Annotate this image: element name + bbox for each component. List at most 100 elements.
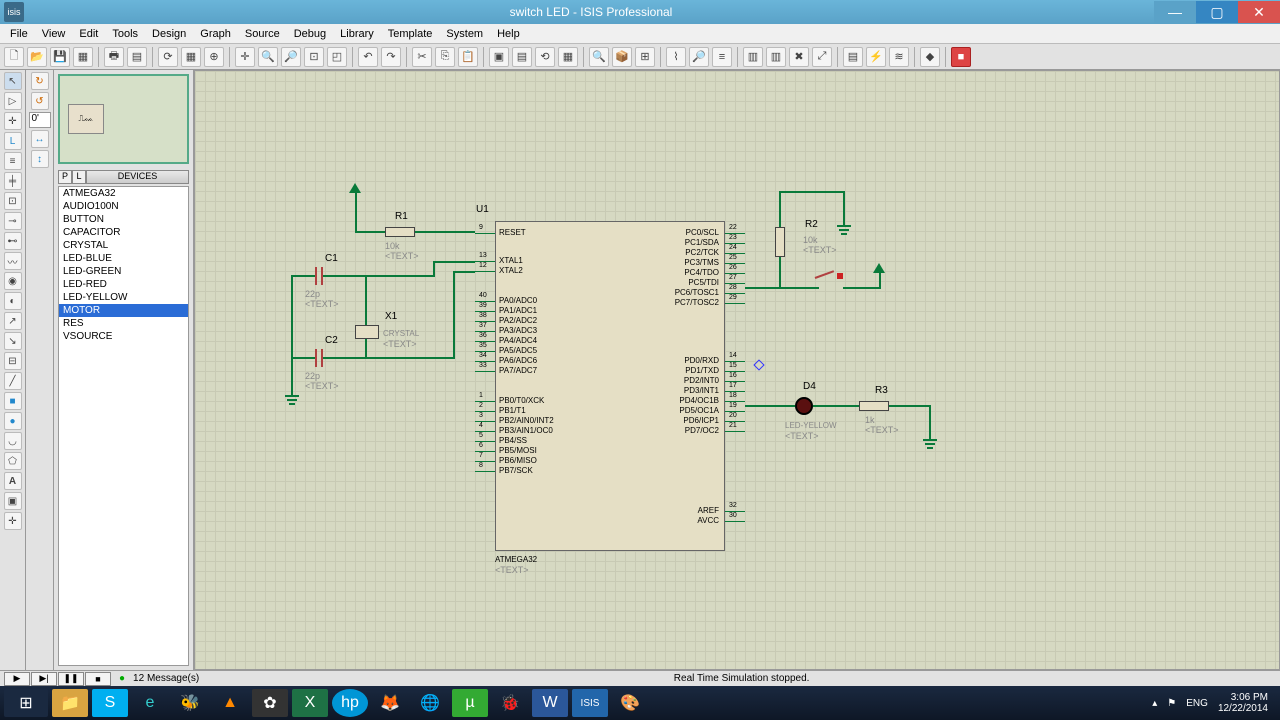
device-list[interactable]: ATMEGA32 AUDIO100N BUTTON CAPACITOR CRYS…	[58, 186, 189, 666]
label-tool-icon[interactable]: L	[4, 132, 22, 150]
tray-action-icon[interactable]: ⚑	[1167, 698, 1176, 709]
probe-i-icon[interactable]: ↘	[4, 332, 22, 350]
list-item[interactable]: CAPACITOR	[59, 226, 188, 239]
bom-icon[interactable]: ▤	[843, 47, 863, 67]
del-sheet-icon[interactable]: ▥	[766, 47, 786, 67]
zoom-sheet-icon[interactable]: ⤢	[812, 47, 832, 67]
task-firefox-icon[interactable]: 🦊	[372, 689, 408, 717]
task-excel-icon[interactable]: X	[292, 689, 328, 717]
new-sheet-icon[interactable]: ▥	[743, 47, 763, 67]
erc-icon[interactable]: ⚡	[866, 47, 886, 67]
marker-tool-icon[interactable]: ✛	[4, 512, 22, 530]
print-area-icon[interactable]: ▤	[127, 47, 147, 67]
subcircuit-tool-icon[interactable]: ⊡	[4, 192, 22, 210]
zoom-all-icon[interactable]: ⊡	[304, 47, 324, 67]
task-vlc-icon[interactable]: ▲	[212, 689, 248, 717]
list-item[interactable]: CRYSTAL	[59, 239, 188, 252]
menu-tools[interactable]: Tools	[108, 26, 142, 42]
maximize-button[interactable]: ▢	[1196, 1, 1238, 23]
message-count[interactable]: 12 Message(s)	[133, 673, 199, 684]
component-d4[interactable]	[795, 397, 813, 415]
close-button[interactable]: ✕	[1238, 1, 1280, 23]
script-tool-icon[interactable]: ≡	[4, 152, 22, 170]
area-icon[interactable]: ▦	[73, 47, 93, 67]
task-word-icon[interactable]: W	[532, 689, 568, 717]
rotate-cw-icon[interactable]: ↻	[31, 72, 49, 90]
menu-debug[interactable]: Debug	[290, 26, 330, 42]
rotate-ccw-icon[interactable]: ↺	[31, 92, 49, 110]
list-item[interactable]: LED-GREEN	[59, 265, 188, 278]
flip-v-icon[interactable]: ↕	[31, 150, 49, 168]
exit-sheet-icon[interactable]: ✖	[789, 47, 809, 67]
component-r2[interactable]	[775, 227, 785, 257]
symbol-tool-icon[interactable]: ▣	[4, 492, 22, 510]
component-tool-icon[interactable]: ▷	[4, 92, 22, 110]
tray-date[interactable]: 12/22/2014	[1218, 703, 1268, 714]
pause-button[interactable]: ❚❚	[58, 672, 84, 686]
component-r1[interactable]	[385, 227, 415, 237]
task-skype-icon[interactable]: S	[92, 689, 128, 717]
block-copy-icon[interactable]: ▣	[489, 47, 509, 67]
block-move-icon[interactable]: ▤	[512, 47, 532, 67]
arc-tool-icon[interactable]: ◡	[4, 432, 22, 450]
component-button[interactable]	[815, 277, 835, 279]
tape-tool-icon[interactable]: ◉	[4, 272, 22, 290]
pick-icon[interactable]: 🔍	[589, 47, 609, 67]
terminal-tool-icon[interactable]: ⊸	[4, 212, 22, 230]
redo-icon[interactable]: ↷	[381, 47, 401, 67]
tray-time[interactable]: 3:06 PM	[1218, 692, 1268, 703]
zoom-out-icon[interactable]: 🔎	[281, 47, 301, 67]
flip-h-icon[interactable]: ↔	[31, 130, 49, 148]
tray-lang[interactable]: ENG	[1186, 698, 1208, 709]
task-paint-icon[interactable]: 🎨	[612, 689, 648, 717]
list-item[interactable]: LED-BLUE	[59, 252, 188, 265]
pick-devices-button[interactable]: P	[58, 170, 72, 184]
menu-library[interactable]: Library	[336, 26, 378, 42]
menu-edit[interactable]: Edit	[75, 26, 102, 42]
step-button[interactable]: ▶|	[31, 672, 57, 686]
pin-tool-icon[interactable]: ⊷	[4, 232, 22, 250]
menu-source[interactable]: Source	[241, 26, 284, 42]
power-terminal[interactable]	[873, 263, 885, 273]
print-icon[interactable]: 🖶	[104, 47, 124, 67]
wire-autoroute-icon[interactable]: ⌇	[666, 47, 686, 67]
circle-tool-icon[interactable]: ●	[4, 412, 22, 430]
list-item[interactable]: VSOURCE	[59, 330, 188, 343]
open-icon[interactable]: 📂	[27, 47, 47, 67]
task-ie-icon[interactable]: e	[132, 689, 168, 717]
netlist-icon[interactable]: ≋	[889, 47, 909, 67]
system-tray[interactable]: ▴ ⚑ ENG 3:06 PM 12/22/2014	[1152, 692, 1276, 714]
generator-tool-icon[interactable]: ◐	[4, 292, 22, 310]
minimize-button[interactable]: —	[1154, 1, 1196, 23]
search-icon[interactable]: 🔎	[689, 47, 709, 67]
zoom-area-icon[interactable]: ◰	[327, 47, 347, 67]
stop-icon[interactable]: ■	[951, 47, 971, 67]
start-button[interactable]: ⊞	[4, 689, 48, 717]
list-item[interactable]: MOTOR	[59, 304, 188, 317]
list-item[interactable]: LED-YELLOW	[59, 291, 188, 304]
task-utorrent-icon[interactable]: µ	[452, 689, 488, 717]
task-chrome-icon[interactable]: 🌐	[412, 689, 448, 717]
list-item[interactable]: ATMEGA32	[59, 187, 188, 200]
component-r3[interactable]	[859, 401, 889, 411]
probe-v-icon[interactable]: ↗	[4, 312, 22, 330]
zoom-in-icon[interactable]: 🔍	[258, 47, 278, 67]
bus-tool-icon[interactable]: ╪	[4, 172, 22, 190]
menu-view[interactable]: View	[38, 26, 70, 42]
box-tool-icon[interactable]: ■	[4, 392, 22, 410]
menu-template[interactable]: Template	[384, 26, 437, 42]
paste-icon[interactable]: 📋	[458, 47, 478, 67]
angle-box[interactable]: 0'	[29, 112, 51, 128]
task-bug-icon[interactable]: 🐞	[492, 689, 528, 717]
power-terminal[interactable]	[349, 183, 361, 193]
junction-tool-icon[interactable]: ✛	[4, 112, 22, 130]
block-rotate-icon[interactable]: ⟲	[535, 47, 555, 67]
task-hp-icon[interactable]: hp	[332, 689, 368, 717]
list-item[interactable]: AUDIO100N	[59, 200, 188, 213]
menu-help[interactable]: Help	[493, 26, 524, 42]
decomp-icon[interactable]: ⊞	[635, 47, 655, 67]
block-delete-icon[interactable]: ▦	[558, 47, 578, 67]
select-tool-icon[interactable]: ↖	[4, 72, 22, 90]
libraries-button[interactable]: L	[72, 170, 86, 184]
line-tool-icon[interactable]: ╱	[4, 372, 22, 390]
